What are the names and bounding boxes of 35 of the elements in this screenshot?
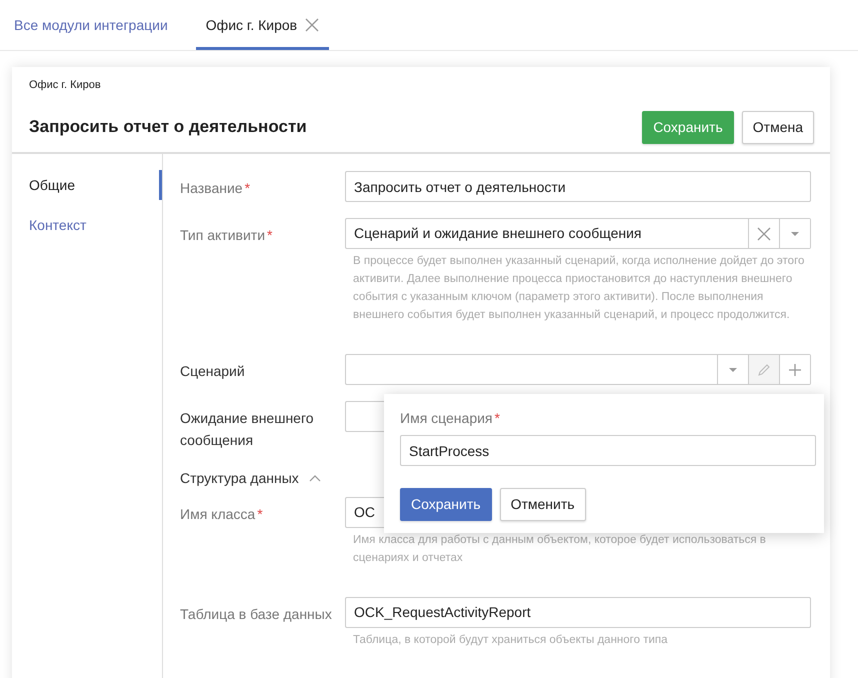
input-field[interactable]: OCK_RequestActivityReport: [345, 596, 811, 628]
field-label: Название: [180, 180, 243, 196]
help-text: Таблица, в которой будут храниться объекты данного типа: [352, 632, 669, 648]
clear-icon: [757, 226, 771, 240]
pencil-icon: [757, 362, 771, 376]
page-title: Запросить отчет о деятельности: [29, 116, 307, 138]
required-mark: *: [267, 227, 272, 243]
required-mark: *: [244, 180, 250, 196]
save-button[interactable]: Сохранить: [400, 488, 492, 521]
tab[interactable]: Все модули интеграции: [12, 0, 178, 50]
plus-icon: [788, 362, 802, 376]
sidebar-item[interactable]: Общие: [12, 170, 162, 200]
input-field[interactable]: Сценарий и ожидание внешнего сообщения: [346, 219, 748, 248]
cancel-button[interactable]: Отмена: [742, 110, 814, 144]
field-label: Ожидание внешнего сообщения: [180, 410, 314, 448]
help-text: В процессе будет выполнен указанный сценарий, когда исполнение дойдет до этого активити. Далее выполнение процесса приостановится до наступления внешнего события с указанным ключом (параметр этого активити). После выполнения внешнего события будет выполнен указанный сценарий, и процесс продолжится.: [352, 254, 806, 323]
combo-box[interactable]: Сценарий и ожидание внешнего сообщения: [345, 218, 811, 249]
section-title[interactable]: Структура данных: [180, 468, 299, 489]
cancel-button[interactable]: Отменить: [500, 488, 586, 521]
sidebar-item[interactable]: Контекст: [12, 210, 162, 240]
required-mark: *: [494, 410, 500, 426]
field-label: Сценарий: [180, 363, 245, 379]
input-field[interactable]: StartProcess: [400, 435, 816, 466]
caret-icon: [791, 232, 799, 236]
input-field[interactable]: Запросить отчет о деятельности: [345, 171, 811, 202]
field-label: Имя сценария: [400, 410, 493, 426]
breadcrumb: Офис г. Киров: [29, 78, 102, 93]
help-text: Имя класса для работы с данным объектом, которое будет использоваться в сценариях и отчетах: [352, 532, 767, 566]
field-label: Тип активити: [180, 227, 266, 243]
field-label: Имя класса: [180, 506, 256, 522]
caret-icon: [729, 368, 737, 372]
combo-box[interactable]: [345, 354, 811, 385]
field-label: Таблица в базе данных: [180, 606, 332, 622]
required-mark: *: [257, 506, 263, 522]
tab[interactable]: Офис г. Киров: [196, 0, 330, 50]
